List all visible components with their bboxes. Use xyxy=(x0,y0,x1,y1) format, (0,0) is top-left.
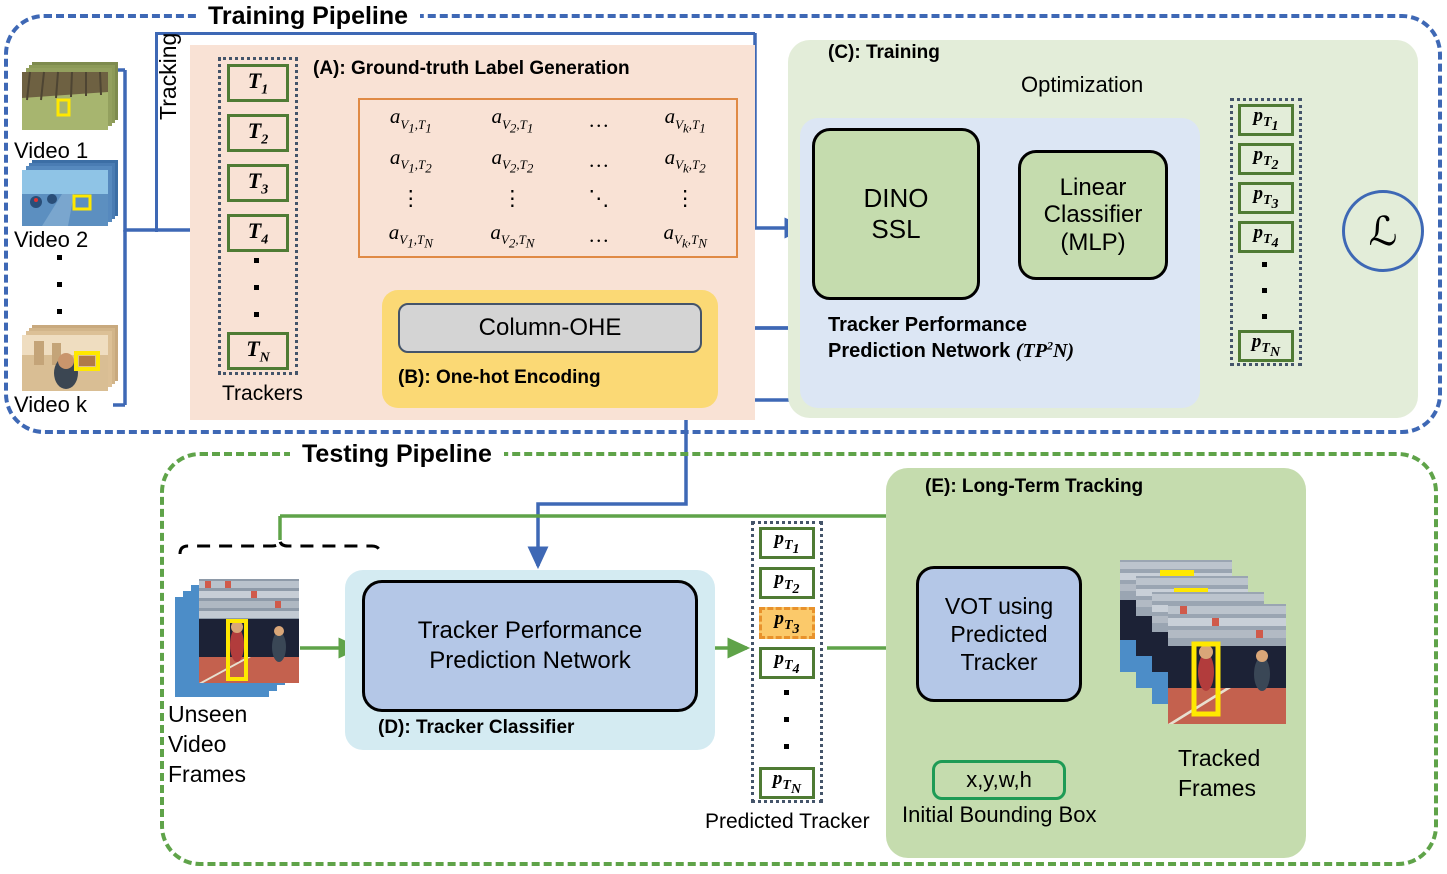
dino-line-2: SSL xyxy=(871,214,921,244)
section-e-label: (E): Long-Term Tracking xyxy=(925,476,1144,497)
tp2n-acronym: (TP2N) xyxy=(1015,338,1075,362)
matrix-cell: … xyxy=(588,148,610,173)
matrix-cell: aV1,T2 xyxy=(389,144,432,176)
section-c-label: (C): Training xyxy=(828,42,940,63)
videos-ellipsis xyxy=(57,255,62,336)
training-prediction-1: pT1 xyxy=(1238,104,1294,136)
vot-line-1: VOT using xyxy=(944,592,1054,619)
matrix-cell: aV1,T1 xyxy=(389,104,432,136)
column-ohe-box[interactable]: Column-OHE xyxy=(398,303,702,353)
training-prediction-4: pT4 xyxy=(1238,221,1294,253)
matrix-cell: ⋱ xyxy=(588,185,610,210)
section-b-label: (B): One-hot Encoding xyxy=(398,367,601,388)
mlp-line-3: (MLP) xyxy=(1060,228,1126,256)
unseen-line-1: Unseen xyxy=(168,701,248,727)
training-prediction-n: pTN xyxy=(1238,330,1294,362)
predicted-tracker-4: pT4 xyxy=(759,647,815,679)
vot-line-3: Tracker xyxy=(960,649,1038,676)
training-prediction-3: pT3 xyxy=(1238,182,1294,214)
matrix-cell: aV2,T1 xyxy=(491,104,534,136)
video-thumbnail-1 xyxy=(22,62,120,139)
video-2-label: Video 2 xyxy=(14,227,89,252)
tracker-box-4: T4 xyxy=(227,214,289,252)
section-a-label: (A): Ground-truth Label Generation xyxy=(313,58,630,79)
tracked-line-1: Tracked xyxy=(1178,745,1261,771)
testing-pipeline-title: Testing Pipeline xyxy=(290,440,504,469)
matrix-cell: aVk,T2 xyxy=(664,144,706,176)
trackers-caption: Trackers xyxy=(222,382,303,405)
tp2n-caption: Tracker Performance Prediction Network (… xyxy=(828,312,1188,364)
initial-bounding-box-value[interactable]: x,y,w,h xyxy=(932,760,1066,800)
accuracy-matrix: aV1,T1 aV2,T1 … aVk,T1 aV1,T2 aV2,T2 … a… xyxy=(358,98,738,258)
tp2n-caption-line-1: Tracker Performance xyxy=(828,314,1028,336)
matrix-cell: … xyxy=(588,107,610,132)
training-prediction-2: pT2 xyxy=(1238,143,1294,175)
mlp-line-2: Classifier xyxy=(1043,201,1143,229)
predicted-tracker-caption: Predicted Tracker xyxy=(705,810,870,833)
tracker-label: T1 xyxy=(247,67,269,98)
predicted-tracker-ellipsis xyxy=(784,690,789,771)
linear-classifier-box[interactable]: Linear Classifier (MLP) xyxy=(1018,150,1168,280)
tracker-label: T3 xyxy=(247,167,269,198)
matrix-cell: aVk,T1 xyxy=(664,104,706,136)
tracker-performance-prediction-network-box[interactable]: Tracker Performance Prediction Network xyxy=(362,580,698,712)
unseen-video-frames-thumbnail xyxy=(175,575,303,708)
matrix-cell: … xyxy=(588,223,610,248)
video-k-label: Video k xyxy=(14,392,87,417)
training-pipeline-title: Training Pipeline xyxy=(196,2,421,31)
tp2n-caption-text: Prediction Network xyxy=(828,340,1011,362)
tracker-label: T4 xyxy=(247,217,269,248)
tracker-box-1: T1 xyxy=(227,64,289,102)
matrix-cell: ⋮ xyxy=(501,185,523,210)
unseen-line-3: Frames xyxy=(168,760,246,787)
tracking-label: Tracking xyxy=(155,32,181,120)
matrix-cell: aV2,TN xyxy=(490,219,535,251)
tracker-box-3: T3 xyxy=(227,164,289,202)
tracker-label: T2 xyxy=(247,117,269,148)
tracked-frames-caption: Tracked Frames xyxy=(1178,744,1260,804)
vot-line-2: Predicted xyxy=(950,620,1048,647)
dino-ssl-box[interactable]: DINO SSL xyxy=(812,128,980,300)
mlp-line-1: Linear xyxy=(1059,173,1127,201)
loss-symbol: ℒ xyxy=(1342,190,1424,272)
tracker-label: TN xyxy=(246,335,270,366)
predicted-tracker-2: pT2 xyxy=(759,567,815,599)
tp2n-caption-line-2: Prediction Network (TP2N) xyxy=(828,338,1188,364)
trackers-ellipsis xyxy=(254,258,262,339)
matrix-cell: aV2,T2 xyxy=(491,144,534,176)
tppn-line-2: Prediction Network xyxy=(429,647,631,674)
tracker-box-2: T2 xyxy=(227,114,289,152)
optimization-label: Optimization xyxy=(1021,72,1144,97)
tracked-line-2: Frames xyxy=(1178,774,1256,801)
matrix-cell: aV1,TN xyxy=(388,219,433,251)
video-thumbnail-2 xyxy=(22,160,120,233)
unseen-frames-caption: Unseen Video Frames xyxy=(168,700,247,790)
tracker-box-n: TN xyxy=(227,332,289,370)
unseen-line-2: Video xyxy=(168,730,227,757)
matrix-cell: aVk,TN xyxy=(663,219,707,251)
predicted-tracker-3-selected[interactable]: pT3 xyxy=(759,607,815,639)
section-d-label: (D): Tracker Classifier xyxy=(378,717,575,738)
tracked-frames-thumbnail xyxy=(1120,560,1290,735)
initial-bounding-box-caption: Initial Bounding Box xyxy=(902,802,1097,827)
video-thumbnail-k xyxy=(22,325,120,398)
matrix-cell: ⋮ xyxy=(400,185,422,210)
predicted-tracker-n: pTN xyxy=(759,767,815,799)
dino-line-1: DINO xyxy=(863,182,929,213)
matrix-cell: ⋮ xyxy=(674,185,696,210)
tppn-line-1: Tracker Performance xyxy=(417,617,643,644)
predicted-tracker-1: pT1 xyxy=(759,527,815,559)
training-prediction-ellipsis xyxy=(1262,262,1267,340)
vot-using-predicted-tracker-box[interactable]: VOT using Predicted Tracker xyxy=(916,566,1082,702)
